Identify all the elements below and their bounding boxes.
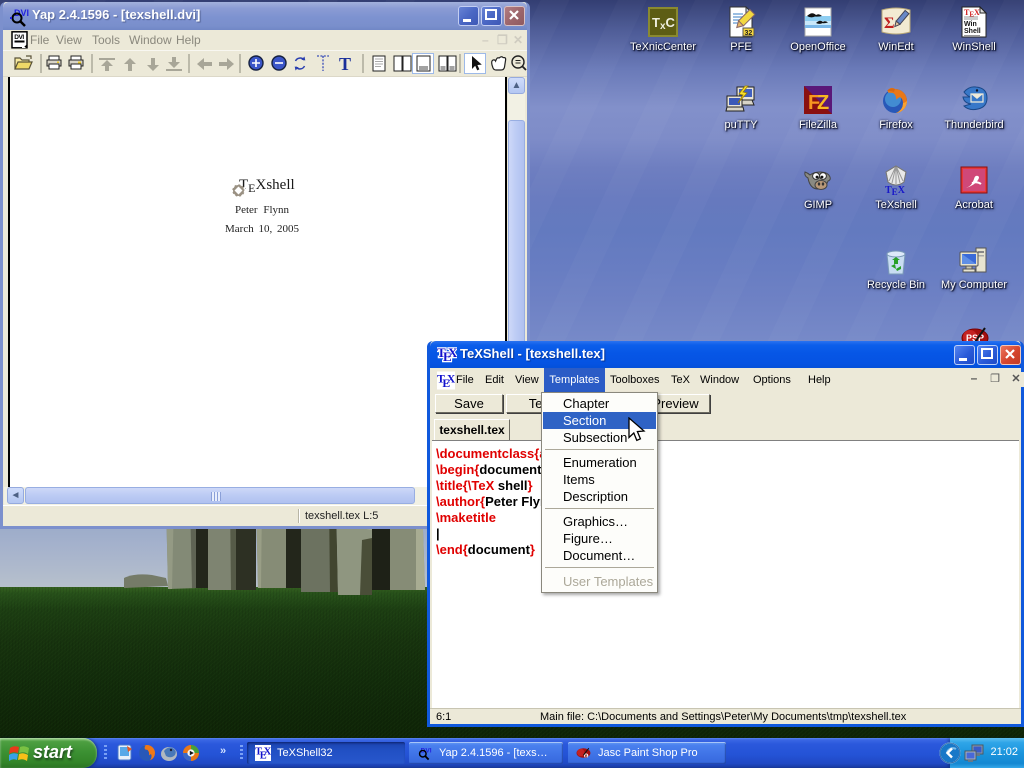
svg-text:DVI: DVI [14, 34, 24, 41]
svg-text:8: 8 [585, 753, 588, 759]
svg-text:TEX: TEX [885, 185, 906, 196]
svg-text:T: T [339, 54, 351, 74]
svg-text:32: 32 [745, 30, 753, 37]
svg-text:Shell: Shell [964, 28, 981, 35]
svg-text:X: X [447, 372, 455, 385]
svg-text:»: » [220, 745, 226, 757]
svg-text:Win: Win [964, 21, 977, 28]
svg-text:Σ: Σ [884, 15, 894, 32]
svg-text:X: X [448, 345, 457, 360]
svg-text:X: X [264, 747, 271, 758]
svg-text:Z: Z [817, 92, 829, 114]
